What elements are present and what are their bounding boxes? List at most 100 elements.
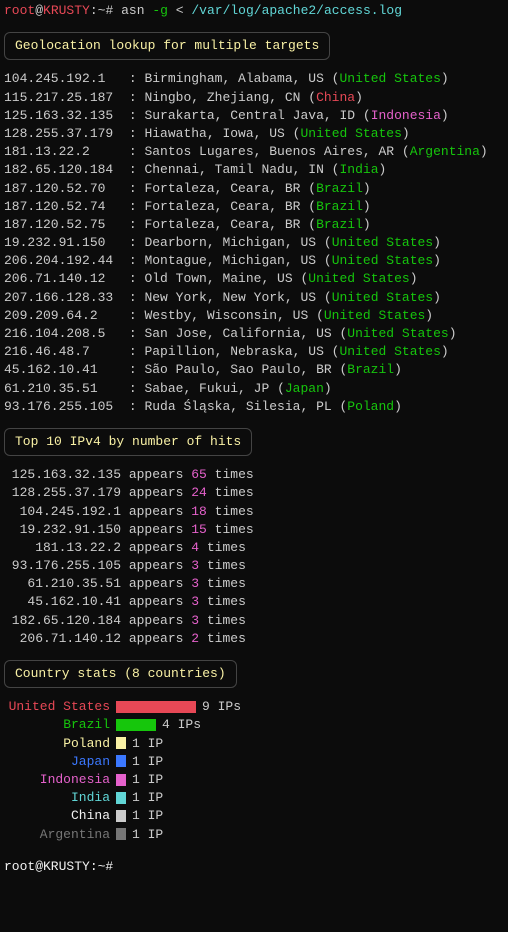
geo-ip: 187.120.52.75 xyxy=(4,217,121,232)
geo-ip: 216.104.208.5 xyxy=(4,326,121,341)
stat-bar xyxy=(116,755,126,767)
prompt-user: root xyxy=(4,3,35,18)
hit-row: 45.162.10.41 appears 3 times xyxy=(4,593,504,611)
geo-row: 182.65.120.184 : Chennai, Tamil Nadu, IN… xyxy=(4,161,504,179)
geo-location: Ruda Śląska, Silesia, PL xyxy=(144,399,331,414)
geo-country: Japan xyxy=(285,381,324,396)
geo-location: San Jose, California, US xyxy=(144,326,331,341)
geo-location: Montague, Michigan, US xyxy=(144,253,316,268)
country-stats-title: Country stats (8 countries) xyxy=(15,666,226,681)
geo-country: United States xyxy=(300,126,401,141)
geo-row: 104.245.192.1 : Birmingham, Alabama, US … xyxy=(4,70,504,88)
stat-row: Argentina 1 IP xyxy=(4,826,504,844)
stat-count: 1 IP xyxy=(126,754,163,769)
geo-location: Santos Lugares, Buenos Aires, AR xyxy=(144,144,394,159)
geo-location: Surakarta, Central Java, ID xyxy=(144,108,355,123)
geo-country: United States xyxy=(339,71,440,86)
stat-count: 1 IP xyxy=(126,736,163,751)
geo-location: Ningbo, Zhejiang, CN xyxy=(144,90,300,105)
geo-row: 207.166.128.33 : New York, New York, US … xyxy=(4,289,504,307)
geo-row: 115.217.25.187 : Ningbo, Zhejiang, CN (C… xyxy=(4,89,504,107)
geo-ip: 104.245.192.1 xyxy=(4,71,121,86)
geo-location: Old Town, Maine, US xyxy=(144,271,292,286)
prompt-at: @ xyxy=(35,3,43,18)
geolocation-box-header: Geolocation lookup for multiple targets xyxy=(4,32,330,60)
hit-row: 19.232.91.150 appears 15 times xyxy=(4,521,504,539)
cmd-redir: < xyxy=(176,3,184,18)
prompt-line-2[interactable]: root@KRUSTY:~# xyxy=(0,856,508,878)
stat-bar xyxy=(116,792,126,804)
hit-row: 206.71.140.12 appears 2 times xyxy=(4,630,504,648)
stat-row: United States 9 IPs xyxy=(4,698,504,716)
stat-row: China1 IP xyxy=(4,807,504,825)
stat-country: Japan xyxy=(4,753,116,771)
geo-country: United States xyxy=(324,308,425,323)
stat-bar xyxy=(116,719,156,731)
geolocation-title: Geolocation lookup for multiple targets xyxy=(15,38,319,53)
hit-row: 125.163.32.135 appears 65 times xyxy=(4,466,504,484)
hit-row: 61.210.35.51 appears 3 times xyxy=(4,575,504,593)
hit-ip: 206.71.140.12 xyxy=(4,631,121,646)
geo-ip: 207.166.128.33 xyxy=(4,290,121,305)
geo-ip: 128.255.37.179 xyxy=(4,126,121,141)
stat-bar xyxy=(116,737,126,749)
geo-country: United States xyxy=(332,290,433,305)
top-hits-box-header: Top 10 IPv4 by number of hits xyxy=(4,428,252,456)
stat-bar xyxy=(116,774,126,786)
stat-row: Indonesia1 IP xyxy=(4,771,504,789)
geo-row: 181.13.22.2 : Santos Lugares, Buenos Air… xyxy=(4,143,504,161)
geo-location: Fortaleza, Ceara, BR xyxy=(144,199,300,214)
geo-ip: 125.163.32.135 xyxy=(4,108,121,123)
geo-country: United States xyxy=(339,344,440,359)
stat-count: 9 IPs xyxy=(196,699,241,714)
geo-ip: 181.13.22.2 xyxy=(4,144,121,159)
hit-count: 3 xyxy=(191,613,199,628)
geolocation-list: 104.245.192.1 : Birmingham, Alabama, US … xyxy=(0,68,508,418)
geo-country: United States xyxy=(308,271,409,286)
country-stats-box-header: Country stats (8 countries) xyxy=(4,660,237,688)
geo-country: Argentina xyxy=(410,144,480,159)
geo-row: 216.104.208.5 : San Jose, California, US… xyxy=(4,325,504,343)
geo-country: China xyxy=(316,90,355,105)
geo-row: 125.163.32.135 : Surakarta, Central Java… xyxy=(4,107,504,125)
geo-row: 206.71.140.12 : Old Town, Maine, US (Uni… xyxy=(4,270,504,288)
prompt-sep: # xyxy=(105,3,113,18)
stat-count: 4 IPs xyxy=(156,717,201,732)
geo-country: United States xyxy=(332,235,433,250)
hit-count: 15 xyxy=(191,522,207,537)
stat-country: United States xyxy=(4,698,116,716)
geo-ip: 187.120.52.70 xyxy=(4,181,121,196)
prompt-line: root@KRUSTY:~# asn -g < /var/log/apache2… xyxy=(0,0,508,22)
geo-country: Brazil xyxy=(316,181,363,196)
geo-location: Fortaleza, Ceara, BR xyxy=(144,181,300,196)
geo-country: Brazil xyxy=(316,199,363,214)
stat-row: Poland1 IP xyxy=(4,735,504,753)
hit-count: 24 xyxy=(191,485,207,500)
hit-count: 4 xyxy=(191,540,199,555)
geo-location: Fortaleza, Ceara, BR xyxy=(144,217,300,232)
hit-count: 3 xyxy=(191,558,199,573)
hit-count: 3 xyxy=(191,594,199,609)
cmd-path: /var/log/apache2/access.log xyxy=(191,3,402,18)
geo-country: Poland xyxy=(347,399,394,414)
geo-ip: 115.217.25.187 xyxy=(4,90,121,105)
geo-ip: 216.46.48.7 xyxy=(4,344,121,359)
hit-ip: 19.232.91.150 xyxy=(4,522,121,537)
geo-ip: 187.120.52.74 xyxy=(4,199,121,214)
geo-country: Brazil xyxy=(316,217,363,232)
geo-location: New York, New York, US xyxy=(144,290,316,305)
stat-country: India xyxy=(4,789,116,807)
hit-count: 3 xyxy=(191,576,199,591)
stat-country: Argentina xyxy=(4,826,116,844)
geo-ip: 206.71.140.12 xyxy=(4,271,121,286)
geo-location: Westby, Wisconsin, US xyxy=(144,308,308,323)
stat-count: 1 IP xyxy=(126,790,163,805)
geo-row: 187.120.52.75 : Fortaleza, Ceara, BR (Br… xyxy=(4,216,504,234)
hit-count: 65 xyxy=(191,467,207,482)
geo-ip: 209.209.64.2 xyxy=(4,308,121,323)
stat-bar xyxy=(116,828,126,840)
stat-count: 1 IP xyxy=(126,808,163,823)
stat-count: 1 IP xyxy=(126,827,163,842)
stat-count: 1 IP xyxy=(126,772,163,787)
geo-country: India xyxy=(339,162,378,177)
